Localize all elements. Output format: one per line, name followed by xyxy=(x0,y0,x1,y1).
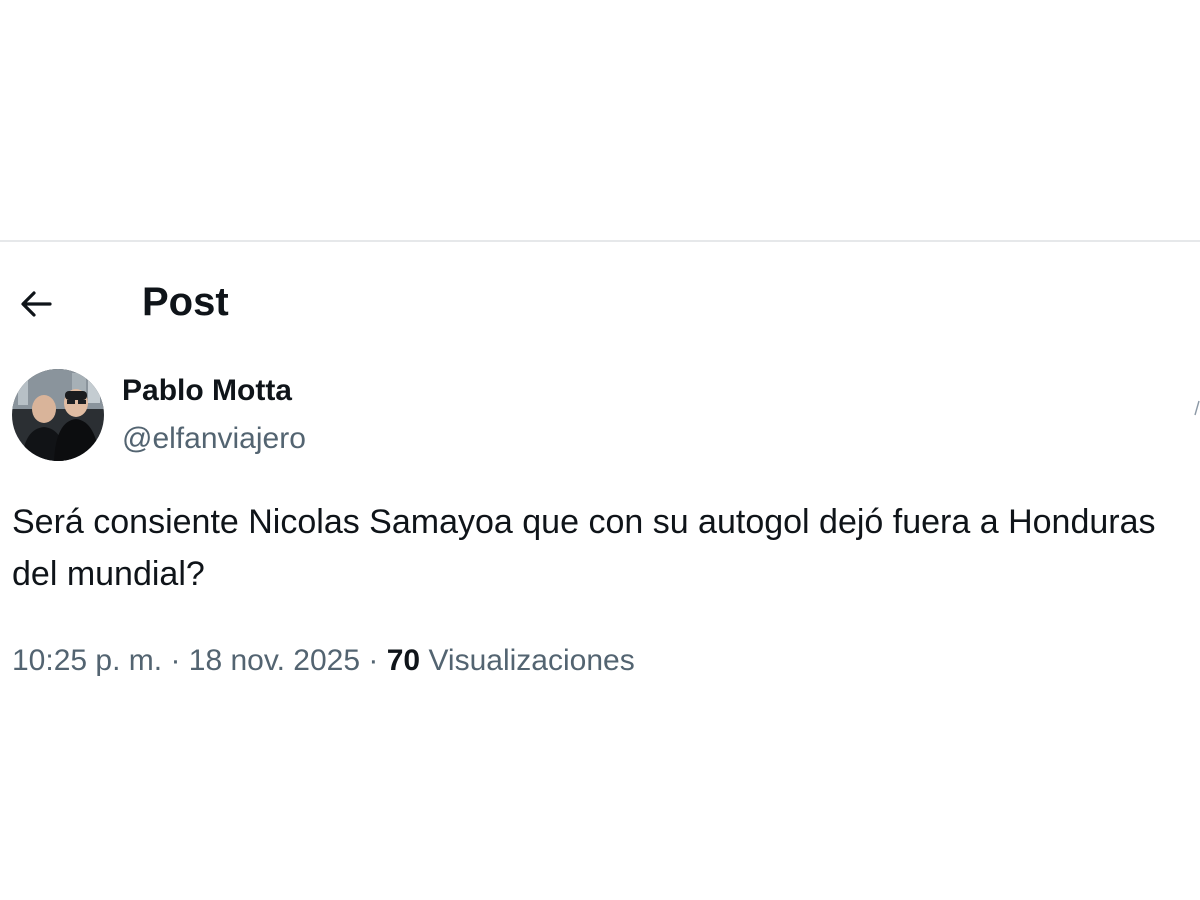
meta-separator: · xyxy=(170,644,181,677)
post-text: Será consiente Nicolas Samayoa que con s… xyxy=(12,503,1156,593)
post-header: Post xyxy=(0,270,1200,334)
avatar[interactable] xyxy=(12,369,104,461)
post-time[interactable]: 10:25 p. m. xyxy=(12,644,162,677)
author-name[interactable]: Pablo Motta xyxy=(122,372,292,410)
more-options-icon[interactable] xyxy=(1192,398,1200,418)
post-meta: 10:25 p. m. · 18 nov. 2025 · 70 Visualiz… xyxy=(12,640,635,682)
post-date[interactable]: 18 nov. 2025 xyxy=(189,644,360,677)
meta-separator: · xyxy=(368,644,379,677)
page-title: Post xyxy=(142,280,229,324)
views-label: Visualizaciones xyxy=(428,644,635,677)
back-button[interactable] xyxy=(14,282,58,326)
top-divider xyxy=(0,240,1200,242)
author-handle[interactable]: @elfanviajero xyxy=(122,420,306,458)
views-count: 70 xyxy=(386,644,421,677)
arrow-left-icon xyxy=(21,291,52,317)
